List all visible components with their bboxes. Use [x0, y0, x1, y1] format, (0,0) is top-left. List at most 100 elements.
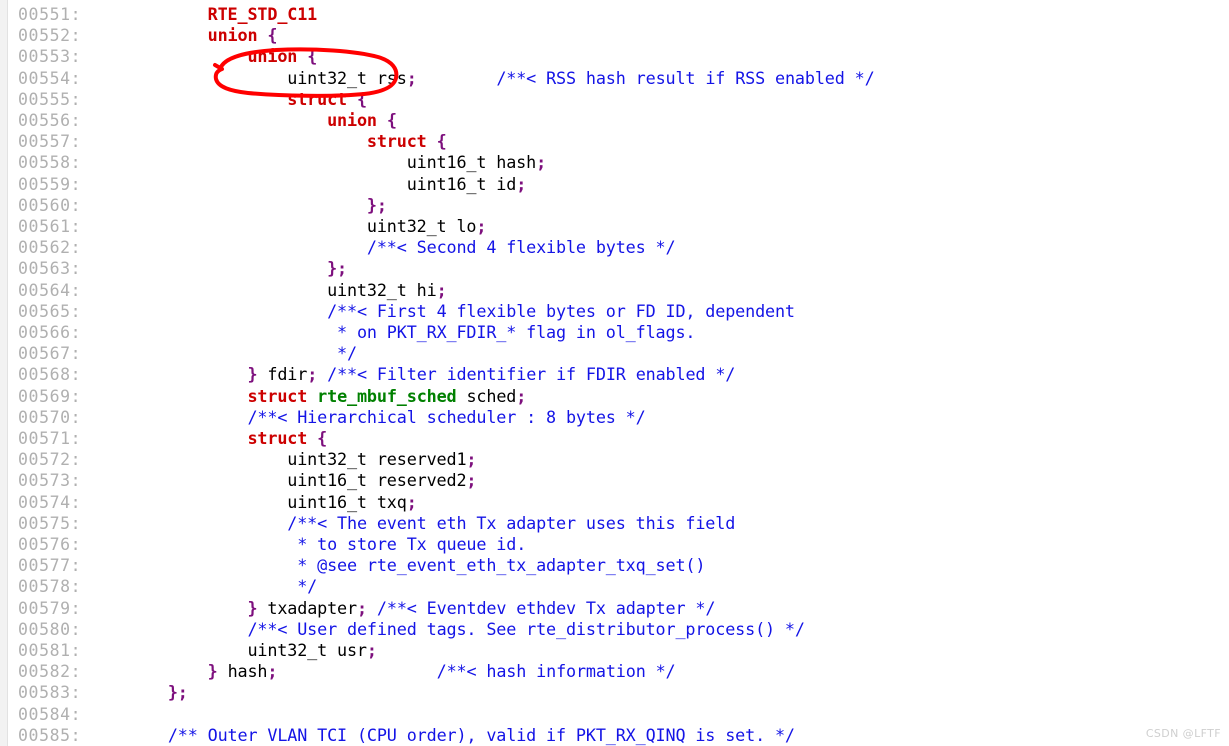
code-line[interactable]: 00567: */: [0, 343, 1229, 364]
line-number: 00553:: [18, 47, 82, 67]
code-line[interactable]: 00576: * to store Tx queue id.: [0, 534, 1229, 555]
token-plain: uint32_t usr: [128, 640, 367, 660]
code-text[interactable]: RTE_STD_C11: [128, 4, 318, 25]
code-line[interactable]: 00573: uint16_t reserved2;: [0, 470, 1229, 491]
token-plain: uint32_t lo: [128, 216, 477, 236]
code-text[interactable]: */: [128, 576, 317, 597]
code-line[interactable]: 00577: * @see rte_event_eth_tx_adapter_t…: [0, 555, 1229, 576]
code-text[interactable]: };: [128, 195, 387, 216]
code-text[interactable]: union {: [128, 110, 397, 131]
code-text[interactable]: uint32_t hi;: [128, 280, 447, 301]
code-line[interactable]: 00569: struct rte_mbuf_sched sched;: [0, 386, 1229, 407]
token-cmt: * on PKT_RX_FDIR_* flag in ol_flags.: [337, 322, 696, 342]
code-text[interactable]: } fdir; /**< Filter identifier if FDIR e…: [128, 364, 735, 385]
code-text[interactable]: * to store Tx queue id.: [128, 534, 526, 555]
code-line[interactable]: 00575: /**< The event eth Tx adapter use…: [0, 513, 1229, 534]
code-line[interactable]: 00557: struct {: [0, 131, 1229, 152]
code-line[interactable]: 00560: };: [0, 195, 1229, 216]
line-number: 00583:: [18, 683, 82, 703]
code-listing[interactable]: 00551: RTE_STD_C11 00552: union {00553: u…: [0, 0, 1229, 746]
token-punc: ;: [406, 491, 417, 512]
code-line[interactable]: 00556: union {: [0, 110, 1229, 131]
code-text[interactable]: uint32_t lo;: [128, 216, 487, 237]
code-text[interactable]: } hash; /**< hash information */: [128, 661, 676, 682]
code-line[interactable]: 00571: struct {: [0, 428, 1229, 449]
code-line[interactable]: 00582: } hash; /**< hash information */: [0, 661, 1229, 682]
code-line[interactable]: 00574: uint16_t txq;: [0, 492, 1229, 513]
line-number: 00580:: [18, 619, 82, 639]
code-line[interactable]: 00552: union {: [0, 25, 1229, 46]
code-text[interactable]: /**< User defined tags. See rte_distribu…: [128, 619, 805, 640]
token-plain: uint32_t reserved1: [128, 449, 467, 470]
token-punc: {: [436, 131, 447, 152]
code-text[interactable]: struct {: [128, 131, 447, 152]
code-line[interactable]: 00570: /**< Hierarchical scheduler : 8 b…: [0, 407, 1229, 428]
code-text[interactable]: uint16_t reserved2;: [128, 470, 476, 491]
code-text[interactable]: uint16_t id;: [128, 174, 527, 195]
code-line[interactable]: 00554: uint32_t rss; /**< RSS hash resul…: [0, 68, 1229, 89]
code-text[interactable]: union {: [128, 46, 317, 67]
code-line[interactable]: 00580: /**< User defined tags. See rte_d…: [0, 619, 1229, 640]
code-text[interactable]: uint32_t reserved1;: [128, 449, 476, 470]
code-line[interactable]: 00561: uint32_t lo;: [0, 216, 1229, 237]
line-number: 00567:: [18, 344, 82, 364]
code-text[interactable]: * @see rte_event_eth_tx_adapter_txq_set(…: [128, 555, 705, 576]
code-line[interactable]: 00566: * on PKT_RX_FDIR_* flag in ol_fla…: [0, 322, 1229, 343]
code-line[interactable]: 00562: /**< Second 4 flexible bytes */: [0, 237, 1229, 258]
token-punc: }: [207, 661, 218, 682]
code-line[interactable]: 00581: uint32_t usr;: [0, 640, 1229, 661]
code-text[interactable]: /**< First 4 flexible bytes or FD ID, de…: [128, 301, 795, 322]
token-cmt: /**< The event eth Tx adapter uses this …: [287, 512, 736, 533]
code-text[interactable]: };: [128, 258, 347, 279]
code-line[interactable]: 00585: /** Outer VLAN TCI (CPU order), v…: [0, 725, 1229, 746]
code-text[interactable]: uint32_t usr;: [128, 640, 377, 661]
token-plain: sched: [456, 385, 517, 406]
code-text[interactable]: /** Outer VLAN TCI (CPU order), valid if…: [128, 725, 795, 746]
code-text[interactable]: struct {: [128, 89, 367, 110]
code-line[interactable]: 00579: } txadapter; /**< Eventdev ethdev…: [0, 598, 1229, 619]
token-plain: uint16_t txq: [128, 491, 407, 512]
code-text[interactable]: uint16_t hash;: [128, 152, 547, 173]
line-number: 00565:: [18, 301, 82, 321]
token-kw: RTE_STD_C11: [207, 4, 318, 24]
code-text[interactable]: /**< The event eth Tx adapter uses this …: [128, 513, 735, 534]
code-text[interactable]: uint32_t rss; /**< RSS hash result if RS…: [128, 67, 874, 89]
code-line[interactable]: 00578: */: [0, 576, 1229, 597]
code-text[interactable]: */: [128, 343, 357, 364]
code-text[interactable]: /**< Hierarchical scheduler : 8 bytes */: [128, 407, 645, 428]
code-text[interactable]: union {: [128, 25, 278, 46]
code-text[interactable]: };: [128, 682, 188, 703]
code-text[interactable]: * on PKT_RX_FDIR_* flag in ol_flags.: [128, 322, 695, 343]
code-line[interactable]: 00583: };: [0, 682, 1229, 703]
code-line[interactable]: 00563: };: [0, 258, 1229, 279]
code-line[interactable]: 00555: struct {: [0, 89, 1229, 110]
line-number: 00560:: [18, 195, 82, 215]
line-number: 00558:: [18, 153, 82, 173]
code-line[interactable]: 00551: RTE_STD_C11: [0, 4, 1229, 25]
code-line[interactable]: 00568: } fdir; /**< Filter identifier if…: [0, 364, 1229, 385]
line-number: 00570:: [18, 407, 82, 427]
code-line[interactable]: 00564: uint32_t hi;: [0, 280, 1229, 301]
code-line[interactable]: 00572: uint32_t reserved1;: [0, 449, 1229, 470]
code-line[interactable]: 00558: uint16_t hash;: [0, 152, 1229, 173]
token-punc: };: [167, 682, 188, 703]
code-line[interactable]: 00553: union {: [0, 46, 1229, 67]
line-number: 00557:: [18, 132, 82, 152]
code-text[interactable]: } txadapter; /**< Eventdev ethdev Tx ada…: [128, 598, 715, 619]
code-text[interactable]: uint16_t txq;: [128, 492, 417, 513]
token-punc: {: [386, 110, 397, 130]
code-viewer: 00551: RTE_STD_C11 00552: union {00553: u…: [0, 0, 1229, 746]
code-text[interactable]: /**< Second 4 flexible bytes */: [128, 237, 676, 258]
token-cmt: /**< Eventdev ethdev Tx adapter */: [376, 597, 716, 618]
code-text[interactable]: struct rte_mbuf_sched sched;: [128, 386, 526, 407]
code-line[interactable]: 00584:: [0, 704, 1229, 725]
line-number: 00556:: [18, 111, 82, 130]
code-line[interactable]: 00559: uint16_t id;: [0, 174, 1229, 195]
code-text[interactable]: struct {: [128, 428, 327, 449]
code-line[interactable]: 00565: /**< First 4 flexible bytes or FD…: [0, 301, 1229, 322]
token-punc: ;: [406, 67, 417, 88]
